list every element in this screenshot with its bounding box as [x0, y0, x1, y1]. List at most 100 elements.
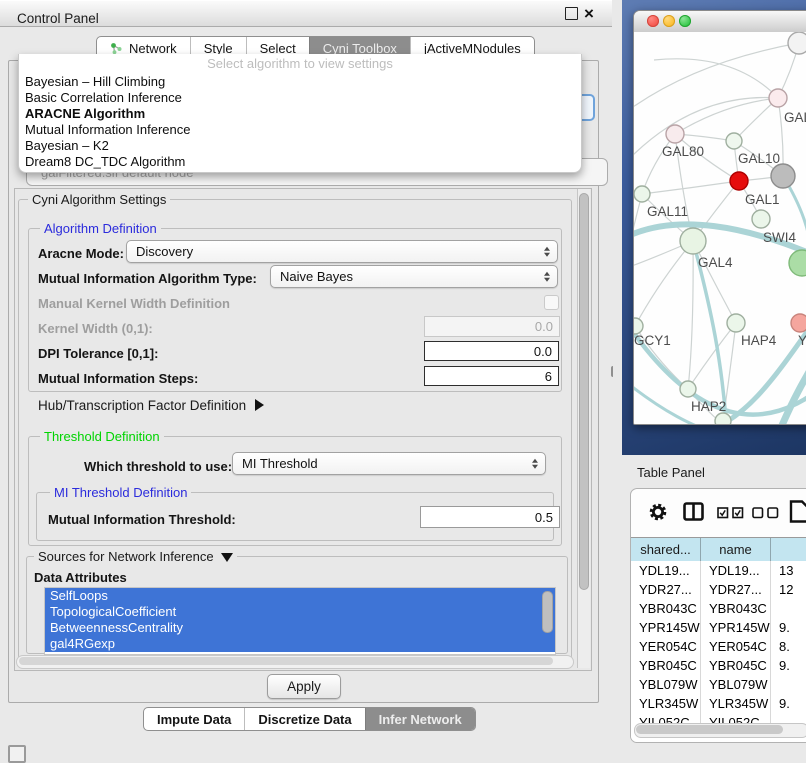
kernel-width-field[interactable]: 0.0	[424, 316, 560, 337]
dpi-tolerance-label: DPI Tolerance [0,1]:	[38, 346, 158, 361]
table-row[interactable]: YBR043CYBR043C	[631, 599, 806, 618]
close-panel-icon[interactable]: ×	[584, 5, 594, 22]
document-icon[interactable]	[789, 500, 806, 528]
table-cell: YBR045C	[631, 656, 701, 675]
network-node[interactable]	[715, 413, 731, 424]
network-view-window[interactable]: GALGAL80GAL10GAL1GAL11SWI4GAL4GCY1HAP4YH…	[633, 10, 806, 425]
combo-spinner-icon	[544, 246, 550, 257]
table-cell: YBR043C	[701, 599, 771, 618]
deselect-all-checkboxes-icon[interactable]	[752, 506, 779, 524]
network-node[interactable]	[752, 210, 770, 228]
tab-infer-network[interactable]: Infer Network	[365, 708, 475, 730]
aracne-mode-value: Discovery	[136, 244, 193, 259]
algorithm-definition-title: Algorithm Definition	[40, 221, 161, 236]
which-threshold-combo[interactable]: MI Threshold	[232, 452, 546, 475]
tab-discretize-data[interactable]: Discretize Data	[244, 708, 364, 730]
network-node[interactable]	[771, 164, 795, 188]
algorithm-option[interactable]: Bayesian – K2	[19, 138, 581, 154]
aracne-mode-label: Aracne Mode:	[38, 246, 124, 261]
list-scrollbar-thumb[interactable]	[542, 591, 553, 633]
network-node[interactable]	[788, 32, 806, 54]
settings-vertical-scrollbar[interactable]	[577, 189, 590, 668]
attr-items: SelfLoopsTopologicalCoefficientBetweenne…	[45, 588, 555, 652]
algorithm-option[interactable]: Mutual Information Inference	[19, 122, 581, 138]
table-cell: YPR145W	[701, 618, 771, 637]
hub-factor-expander[interactable]: Hub/Transcription Factor Definition	[38, 398, 264, 413]
sources-group-title[interactable]: Sources for Network Inference	[34, 549, 237, 564]
table-row[interactable]: YBR045CYBR045C9.	[631, 656, 806, 675]
table-body: YDL19...YDL19...13YDR27...YDR27...12YBR0…	[631, 561, 806, 742]
network-node[interactable]	[680, 228, 706, 254]
hub-factor-label: Hub/Transcription Factor Definition	[38, 398, 246, 413]
algorithm-option[interactable]: Basic Correlation Inference	[19, 90, 581, 106]
mi-steps-field[interactable]: 6	[424, 366, 559, 386]
network-window-titlebar[interactable]	[634, 11, 806, 33]
minimized-panel-icon[interactable]	[8, 745, 26, 763]
data-attribute-item[interactable]: BetweennessCentrality	[45, 620, 555, 636]
table-row[interactable]: YBL079WYBL079W	[631, 675, 806, 694]
algorithm-option[interactable]: Bayesian – Hill Climbing	[19, 74, 581, 90]
network-node[interactable]	[634, 318, 643, 334]
network-node[interactable]	[634, 186, 650, 202]
network-node[interactable]	[680, 381, 696, 397]
control-panel-title: Control Panel	[17, 11, 99, 26]
algorithm-option[interactable]: Dream8 DC_TDC Algorithm	[19, 154, 581, 170]
network-node[interactable]	[726, 133, 742, 149]
data-attributes-list[interactable]: SelfLoopsTopologicalCoefficientBetweenne…	[44, 587, 556, 655]
tab-impute-data[interactable]: Impute Data	[144, 708, 244, 730]
algorithm-option-list: Bayesian – Hill ClimbingBasic Correlatio…	[19, 74, 581, 170]
float-panel-icon[interactable]	[565, 7, 578, 20]
zoom-traffic-light[interactable]	[679, 15, 691, 27]
data-attribute-item[interactable]: gal4RGexp	[45, 636, 555, 652]
aracne-mode-combo[interactable]: Discovery	[126, 240, 558, 263]
table-row[interactable]: YER054CYER054C8.	[631, 637, 806, 656]
bottom-tabbar: Impute Data Discretize Data Infer Networ…	[143, 707, 476, 731]
table-cell: YLR345W	[701, 694, 771, 713]
scrollbar-thumb[interactable]	[19, 657, 553, 665]
network-node[interactable]	[769, 89, 787, 107]
table-row[interactable]: YDL19...YDL19...13	[631, 561, 806, 580]
network-node-label: GAL	[784, 110, 806, 125]
algorithm-option[interactable]: ARACNE Algorithm	[19, 106, 581, 122]
close-traffic-light[interactable]	[647, 15, 659, 27]
dpi-tolerance-field[interactable]: 0.0	[424, 341, 559, 361]
table-horizontal-scrollbar[interactable]	[634, 723, 806, 738]
mi-threshold-field[interactable]: 0.5	[420, 506, 560, 528]
network-node-label: GCY1	[634, 333, 671, 348]
column-header-shared-name[interactable]: shared...	[631, 538, 701, 561]
select-all-checkboxes-icon[interactable]	[717, 506, 744, 524]
column-header-extra[interactable]	[771, 538, 806, 561]
table-cell: YPR145W	[631, 618, 701, 637]
table-cell: YDL19...	[631, 561, 701, 580]
settings-horizontal-scrollbar[interactable]	[16, 655, 574, 669]
mi-type-value: Naive Bayes	[280, 269, 353, 284]
expander-arrow-icon	[255, 399, 264, 411]
data-attribute-item[interactable]: TopologicalCoefficient	[45, 604, 555, 620]
scrollbar-thumb[interactable]	[636, 725, 783, 734]
manual-kernel-checkbox[interactable]	[544, 295, 559, 310]
network-view-content[interactable]: GALGAL80GAL10GAL1GAL11SWI4GAL4GCY1HAP4YH…	[634, 32, 806, 424]
data-attribute-item[interactable]: SelfLoops	[45, 588, 555, 604]
panel-resize-handle[interactable]	[611, 366, 618, 377]
table-cell: YER054C	[631, 637, 701, 656]
table-row[interactable]: YPR145WYPR145W9.	[631, 618, 806, 637]
network-node-label: GAL80	[662, 144, 704, 159]
gear-icon[interactable]	[647, 501, 669, 528]
network-node[interactable]	[730, 172, 748, 190]
table-row[interactable]: YDR27...YDR27...12	[631, 580, 806, 599]
split-view-icon[interactable]	[683, 502, 704, 526]
minimize-traffic-light[interactable]	[663, 15, 675, 27]
table-row[interactable]: YLR345WYLR345W9.	[631, 694, 806, 713]
table-panel: shared... name YDL19...YDL19...13YDR27..…	[630, 488, 806, 743]
network-node[interactable]	[791, 314, 806, 332]
network-node-label: HAP2	[691, 399, 726, 414]
network-node[interactable]	[727, 314, 745, 332]
column-header-name[interactable]: name	[701, 538, 771, 561]
mi-steps-label: Mutual Information Steps:	[38, 371, 198, 386]
control-panel-titlebar: Control Panel ×	[0, 0, 612, 27]
network-node[interactable]	[789, 250, 806, 276]
scrollbar-thumb[interactable]	[579, 193, 589, 590]
network-node[interactable]	[666, 125, 684, 143]
mi-type-combo[interactable]: Naive Bayes	[270, 265, 558, 288]
apply-button[interactable]: Apply	[267, 674, 341, 699]
